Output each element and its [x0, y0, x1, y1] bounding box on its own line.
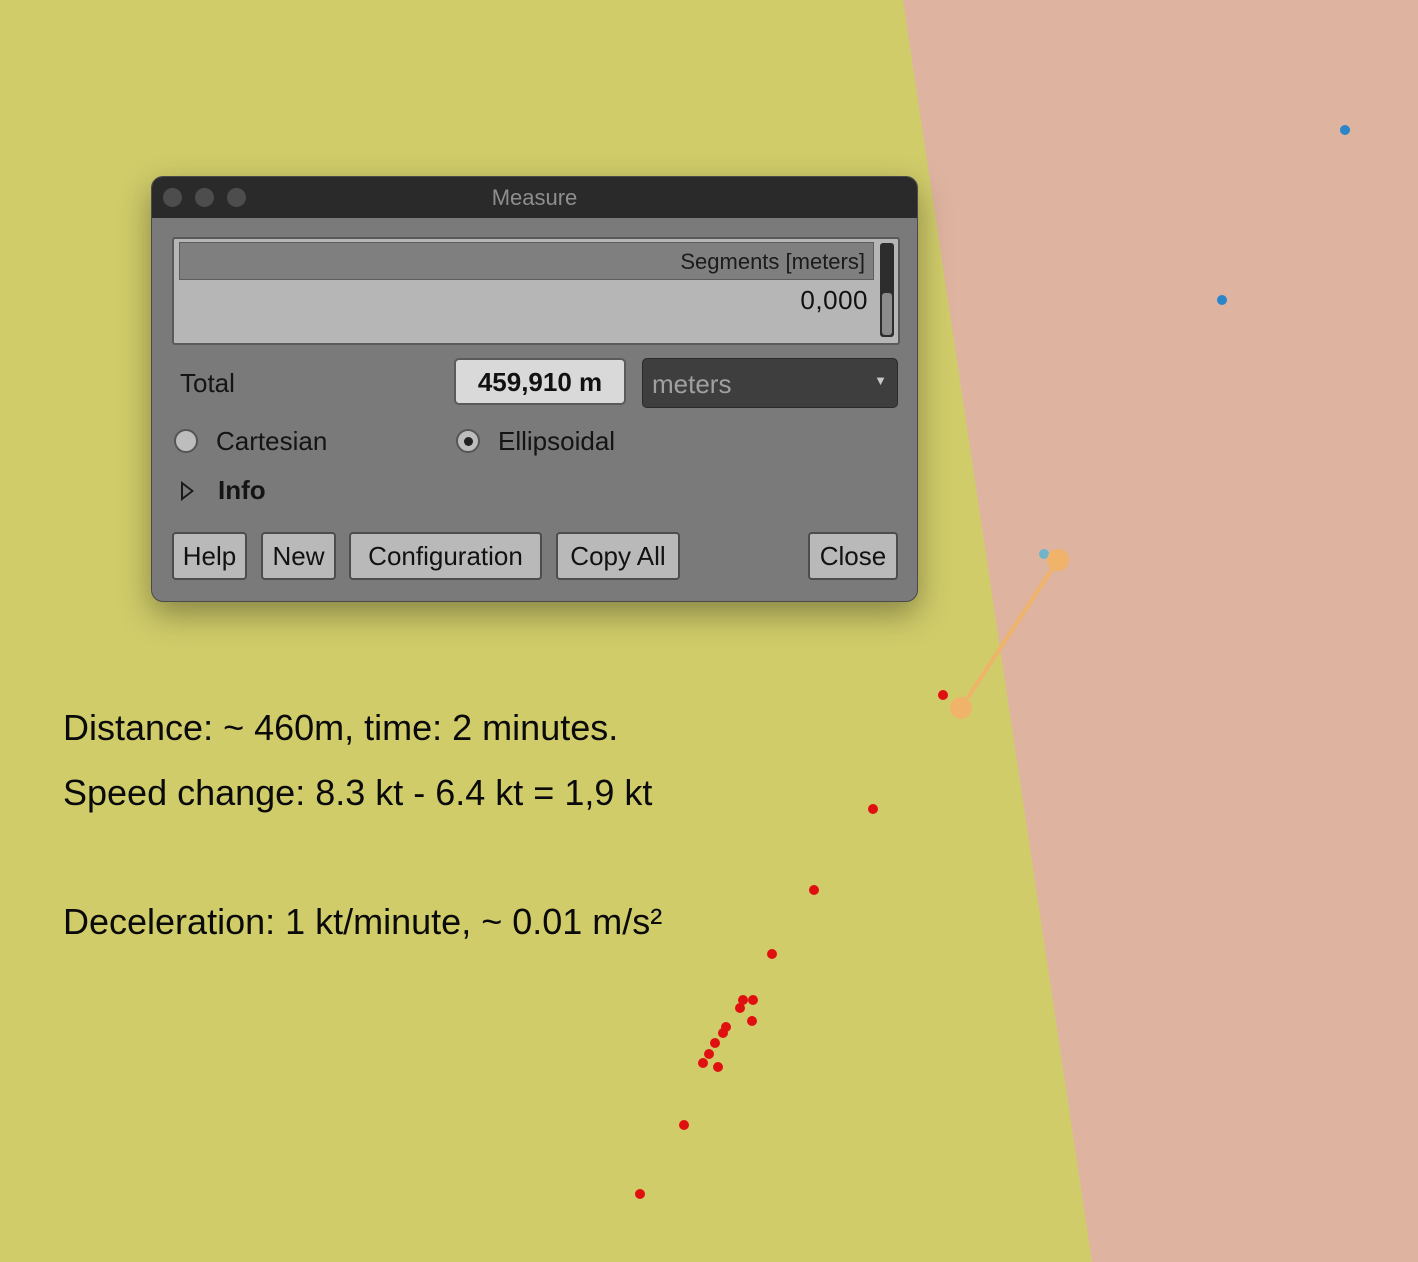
cartesian-radio[interactable] [174, 429, 198, 453]
copy-all-button[interactable]: Copy All [556, 532, 680, 580]
speed-change-annotation: Speed change: 8.3 kt - 6.4 kt = 1,9 kt [63, 772, 653, 813]
track-point [698, 1058, 708, 1068]
total-value: 459,910 m [477, 367, 603, 397]
info-label[interactable]: Info [218, 475, 266, 506]
track-point [635, 1189, 645, 1199]
help-button[interactable]: Help [172, 532, 247, 580]
new-button[interactable]: New [261, 532, 336, 580]
track-point [747, 1016, 757, 1026]
dropdown-arrow-icon: ▼ [874, 373, 887, 388]
segments-column-header[interactable]: Segments [meters] [179, 242, 874, 280]
track-point [704, 1049, 714, 1059]
measure-dialog: Measure Segments [meters] 0,000 Total 45… [151, 176, 918, 602]
total-value-field: 459,910 m [454, 358, 626, 405]
track-point [938, 690, 948, 700]
window-title: Measure [491, 185, 578, 210]
segment-row-value[interactable]: 0,000 [800, 285, 868, 316]
track-point [713, 1062, 723, 1072]
track-point [767, 949, 777, 959]
ellipsoidal-label[interactable]: Ellipsoidal [498, 426, 615, 457]
disclosure-triangle-icon[interactable] [181, 481, 194, 501]
track-point [710, 1038, 720, 1048]
measure-end-handle[interactable] [1047, 549, 1069, 571]
ellipsoidal-radio[interactable] [456, 429, 480, 453]
segments-header-label: Segments [meters] [680, 249, 865, 274]
blue-point[interactable] [1217, 295, 1227, 305]
total-label: Total [180, 368, 235, 398]
distance-annotation: Distance: ~ 460m, time: 2 minutes. [63, 707, 619, 748]
segments-table[interactable]: Segments [meters] 0,000 [172, 237, 900, 345]
radio-selected-dot [464, 437, 473, 446]
cartesian-label[interactable]: Cartesian [216, 426, 327, 457]
measure-start-handle[interactable] [950, 697, 972, 719]
track-points [635, 690, 948, 1199]
scrollbar-thumb[interactable] [882, 293, 892, 335]
table-scrollbar[interactable] [880, 243, 894, 337]
unit-select-value: meters [652, 369, 732, 399]
track-point [735, 1003, 745, 1013]
track-point [718, 1028, 728, 1038]
track-point [748, 995, 758, 1005]
configuration-button[interactable]: Configuration [349, 532, 542, 580]
unit-select[interactable]: meters ▼ [642, 358, 898, 408]
blue-point[interactable] [1340, 125, 1350, 135]
deceleration-annotation: Deceleration: 1 kt/minute, ~ 0.01 m/s² [63, 901, 663, 942]
track-point [809, 885, 819, 895]
track-point [868, 804, 878, 814]
title-bar[interactable]: Measure [152, 177, 917, 218]
pink-zone [903, 0, 1418, 1262]
close-button[interactable]: Close [808, 532, 898, 580]
track-point [679, 1120, 689, 1130]
